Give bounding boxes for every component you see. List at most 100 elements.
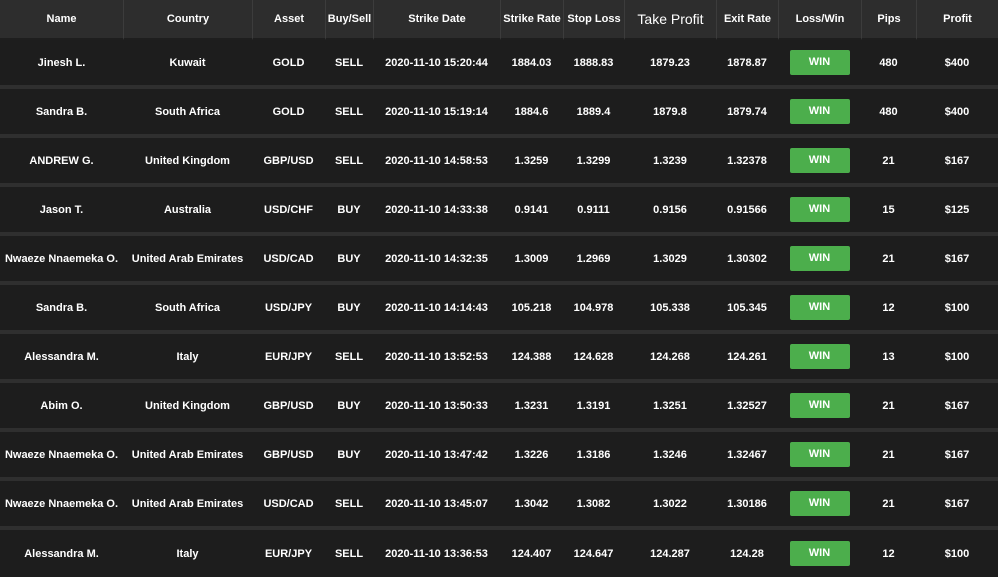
cell-strike-rate: 124.388 <box>500 334 563 383</box>
cell-strike-rate: 1.3259 <box>500 138 563 187</box>
cell-strike-date: 2020-11-10 13:52:53 <box>373 334 500 383</box>
cell-exit-rate: 1.32467 <box>716 432 778 481</box>
cell-strike-rate: 1.3226 <box>500 432 563 481</box>
cell-pips: 15 <box>861 187 916 236</box>
win-badge-button[interactable]: WIN <box>789 197 850 222</box>
table-row: Abim O. United Kingdom GBP/USD BUY 2020-11-1… <box>0 383 998 432</box>
cell-stop-loss: 124.647 <box>563 530 624 577</box>
cell-name: ANDREW G. <box>0 138 123 187</box>
cell-loss-win: WIN <box>778 481 861 530</box>
win-badge-button[interactable]: WIN <box>789 295 850 320</box>
cell-name: Alessandra M. <box>0 334 123 383</box>
cell-take-profit: 124.287 <box>624 530 716 577</box>
win-badge-button[interactable]: WIN <box>789 50 850 75</box>
table-header-row: Name Country Asset Buy/Sell Strike Date … <box>0 0 998 40</box>
cell-profit: $167 <box>916 383 998 432</box>
cell-asset: GBP/USD <box>252 432 325 481</box>
win-badge-button[interactable]: WIN <box>789 541 850 566</box>
cell-buy-sell: SELL <box>325 40 373 89</box>
cell-country: Australia <box>123 187 252 236</box>
cell-strike-rate: 1884.03 <box>500 40 563 89</box>
cell-stop-loss: 104.978 <box>563 285 624 334</box>
cell-asset: USD/JPY <box>252 285 325 334</box>
win-badge-button[interactable]: WIN <box>789 99 850 124</box>
win-badge-button[interactable]: WIN <box>789 148 850 173</box>
column-header-country: Country <box>123 0 252 40</box>
table-row: Alessandra M. Italy EUR/JPY SELL 2020-11-10 … <box>0 530 998 577</box>
column-header-strike-date: Strike Date <box>373 0 500 40</box>
cell-strike-date: 2020-11-10 13:50:33 <box>373 383 500 432</box>
cell-asset: GOLD <box>252 89 325 138</box>
cell-strike-rate: 1.3009 <box>500 236 563 285</box>
cell-name: Nwaeze Nnaemeka O. <box>0 432 123 481</box>
cell-strike-rate: 105.218 <box>500 285 563 334</box>
cell-country: Italy <box>123 334 252 383</box>
cell-strike-date: 2020-11-10 14:32:35 <box>373 236 500 285</box>
cell-pips: 21 <box>861 383 916 432</box>
cell-profit: $167 <box>916 236 998 285</box>
cell-exit-rate: 124.28 <box>716 530 778 577</box>
cell-strike-date: 2020-11-10 14:14:43 <box>373 285 500 334</box>
cell-loss-win: WIN <box>778 334 861 383</box>
win-badge-button[interactable]: WIN <box>789 491 850 516</box>
cell-name: Sandra B. <box>0 89 123 138</box>
cell-asset: EUR/JPY <box>252 334 325 383</box>
cell-profit: $167 <box>916 481 998 530</box>
cell-country: Kuwait <box>123 40 252 89</box>
cell-pips: 13 <box>861 334 916 383</box>
cell-country: United Arab Emirates <box>123 236 252 285</box>
cell-profit: $125 <box>916 187 998 236</box>
table-row: Nwaeze Nnaemeka O. United Arab Emirates GB… <box>0 432 998 481</box>
cell-name: Alessandra M. <box>0 530 123 577</box>
win-badge-button[interactable]: WIN <box>789 442 850 467</box>
cell-buy-sell: BUY <box>325 285 373 334</box>
cell-strike-date: 2020-11-10 14:58:53 <box>373 138 500 187</box>
column-header-asset: Asset <box>252 0 325 40</box>
cell-buy-sell: BUY <box>325 383 373 432</box>
cell-exit-rate: 0.91566 <box>716 187 778 236</box>
cell-take-profit: 1.3239 <box>624 138 716 187</box>
table-row: Alessandra M. Italy EUR/JPY SELL 2020-11-10 … <box>0 334 998 383</box>
trades-table: Name Country Asset Buy/Sell Strike Date … <box>0 0 998 577</box>
cell-stop-loss: 1.3082 <box>563 481 624 530</box>
column-header-pips: Pips <box>861 0 916 40</box>
cell-asset: EUR/JPY <box>252 530 325 577</box>
cell-strike-date: 2020-11-10 15:19:14 <box>373 89 500 138</box>
column-header-strike-rate: Strike Rate <box>500 0 563 40</box>
cell-asset: USD/CHF <box>252 187 325 236</box>
cell-pips: 21 <box>861 236 916 285</box>
cell-buy-sell: SELL <box>325 138 373 187</box>
cell-pips: 21 <box>861 138 916 187</box>
cell-take-profit: 0.9156 <box>624 187 716 236</box>
cell-buy-sell: BUY <box>325 236 373 285</box>
cell-stop-loss: 0.9111 <box>563 187 624 236</box>
column-header-take-profit: Take Profit <box>624 0 716 40</box>
cell-exit-rate: 1878.87 <box>716 40 778 89</box>
cell-loss-win: WIN <box>778 432 861 481</box>
cell-strike-rate: 1884.6 <box>500 89 563 138</box>
cell-strike-date: 2020-11-10 15:20:44 <box>373 40 500 89</box>
table-row: Sandra B. South Africa GOLD SELL 2020-11-10 … <box>0 89 998 138</box>
cell-strike-date: 2020-11-10 14:33:38 <box>373 187 500 236</box>
column-header-buy-sell: Buy/Sell <box>325 0 373 40</box>
win-badge-button[interactable]: WIN <box>789 246 850 271</box>
cell-profit: $167 <box>916 138 998 187</box>
cell-name: Abim O. <box>0 383 123 432</box>
cell-stop-loss: 1.2969 <box>563 236 624 285</box>
cell-country: United Arab Emirates <box>123 481 252 530</box>
cell-asset: GOLD <box>252 40 325 89</box>
column-header-loss-win: Loss/Win <box>778 0 861 40</box>
cell-pips: 21 <box>861 432 916 481</box>
table-row: Nwaeze Nnaemeka O. United Arab Emirates US… <box>0 481 998 530</box>
cell-buy-sell: SELL <box>325 481 373 530</box>
cell-loss-win: WIN <box>778 530 861 577</box>
cell-profit: $100 <box>916 285 998 334</box>
table-row: Jason T. Australia USD/CHF BUY 2020-11-10 14… <box>0 187 998 236</box>
win-badge-button[interactable]: WIN <box>789 344 850 369</box>
cell-loss-win: WIN <box>778 138 861 187</box>
table-row: Nwaeze Nnaemeka O. United Arab Emirates US… <box>0 236 998 285</box>
win-badge-button[interactable]: WIN <box>789 393 850 418</box>
column-header-stop-loss: Stop Loss <box>563 0 624 40</box>
column-header-exit-rate: Exit Rate <box>716 0 778 40</box>
cell-exit-rate: 124.261 <box>716 334 778 383</box>
